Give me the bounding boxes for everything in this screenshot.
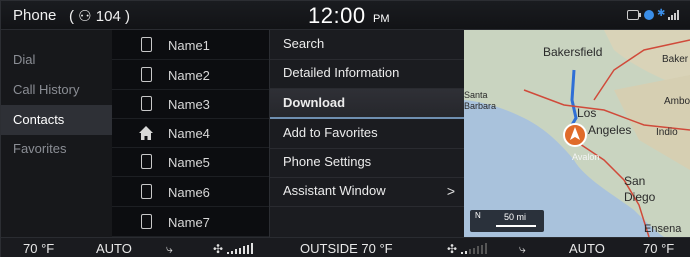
nav-label: Call History xyxy=(13,82,80,97)
menu-download[interactable]: Download xyxy=(270,89,465,119)
nav-label: Dial xyxy=(13,52,36,67)
menu-label: Search xyxy=(283,36,325,51)
map-label: Angeles xyxy=(588,123,632,137)
fan-icon[interactable]: ✣ xyxy=(447,242,457,256)
north-indicator: N xyxy=(475,211,481,220)
map-label: Bakersfield xyxy=(543,45,603,59)
menu-label: Add to Favorites xyxy=(283,125,378,140)
map-label: Santa xyxy=(464,90,488,100)
climate-bar: 70 °F AUTO ⤷ ✣ OUTSIDE 70 °F ✣ ⤷ AUTO 70… xyxy=(1,237,690,257)
menu-phone-settings[interactable]: Phone Settings xyxy=(270,148,465,178)
status-bar: Phone ( ⚇ 104 ) 12:00 PM ✱ xyxy=(1,1,690,30)
phone-icon xyxy=(141,214,152,229)
menu-label: Assistant Window xyxy=(283,183,386,198)
app-title: Phone xyxy=(13,7,57,24)
contact-row[interactable]: Name4 xyxy=(112,118,269,148)
contact-name: Name4 xyxy=(168,126,210,141)
fan-speed-right xyxy=(461,243,491,254)
menu-label: Download xyxy=(283,95,346,110)
menu-assistant-window[interactable]: Assistant Window > xyxy=(270,177,465,207)
location-icon xyxy=(644,10,654,20)
signal-icon xyxy=(668,10,682,20)
map-label: Los xyxy=(577,106,597,120)
nav-label: Favorites xyxy=(13,141,67,156)
nav-call-history[interactable]: Call History xyxy=(1,75,112,105)
chevron-right-icon: > xyxy=(446,183,455,199)
menu-search[interactable]: Search xyxy=(270,30,465,60)
map-label: Baker xyxy=(662,54,689,65)
menu-add-to-favorites[interactable]: Add to Favorites xyxy=(270,119,465,149)
map-label: Ensena xyxy=(644,223,682,235)
menu-label: Detailed Information xyxy=(283,65,400,80)
map-label: Diego xyxy=(624,190,656,204)
contact-row[interactable]: Name6 xyxy=(112,177,269,207)
left-temperature[interactable]: 70 °F xyxy=(23,241,54,256)
side-nav: Dial Call History Contacts Favorites xyxy=(1,30,112,237)
contact-name: Name5 xyxy=(168,155,210,170)
scale-label: 50 mi xyxy=(504,212,527,222)
clock-ampm: PM xyxy=(373,13,390,25)
contact-row[interactable]: Name1 xyxy=(112,30,269,60)
nav-contacts[interactable]: Contacts xyxy=(1,105,112,135)
map-label: San xyxy=(624,174,646,188)
phone-icon xyxy=(141,154,152,169)
contacts-list: Name1 Name2 Name3 Name4 Name5 Name6 Name… xyxy=(112,30,269,237)
nav-favorites[interactable]: Favorites xyxy=(1,134,112,164)
fan-speed-left xyxy=(227,243,257,254)
seat-airflow-icon[interactable]: ⤷ xyxy=(519,242,526,257)
contact-name: Name2 xyxy=(168,68,210,83)
battery-icon xyxy=(627,10,641,20)
infotainment-screen: Phone ( ⚇ 104 ) 12:00 PM ✱ Dial Call His… xyxy=(0,0,690,257)
right-climate-mode[interactable]: AUTO xyxy=(569,241,605,256)
map-label: Barbara xyxy=(464,101,497,111)
contact-name: Name3 xyxy=(168,97,210,112)
contact-row[interactable]: Name3 xyxy=(112,89,269,119)
clock: 12:00 xyxy=(308,3,366,28)
seat-airflow-icon[interactable]: ⤷ xyxy=(166,242,173,257)
menu-detailed-information[interactable]: Detailed Information xyxy=(270,59,465,89)
contact-name: Name1 xyxy=(168,38,210,53)
right-temperature[interactable]: 70 °F xyxy=(643,241,674,256)
contact-options-menu: Search Detailed Information Download Add… xyxy=(269,30,465,237)
phone-icon xyxy=(141,184,152,199)
contact-name: Name6 xyxy=(168,185,210,200)
contact-row[interactable]: Name5 xyxy=(112,147,269,177)
outside-temperature: OUTSIDE 70 °F xyxy=(300,241,393,256)
phone-icon xyxy=(141,96,152,111)
contact-row[interactable]: Name7 xyxy=(112,207,269,237)
left-climate-mode[interactable]: AUTO xyxy=(96,241,132,256)
nav-label: Contacts xyxy=(13,112,65,127)
nav-dial[interactable]: Dial xyxy=(1,45,112,75)
map-scale: N 50 mi xyxy=(470,210,544,232)
contact-count: ( ⚇ 104 ) xyxy=(69,8,130,25)
map-label: Indio xyxy=(656,127,678,138)
scale-bar xyxy=(496,225,536,227)
menu-label: Phone Settings xyxy=(283,154,372,169)
fan-icon[interactable]: ✣ xyxy=(213,242,223,256)
map-label: Ambo xyxy=(664,96,690,107)
navigation-map[interactable]: Bakersfield Baker Santa Barbara Ambo Los… xyxy=(464,30,690,237)
contact-name: Name7 xyxy=(168,215,210,230)
home-icon xyxy=(139,126,153,140)
contact-row[interactable]: Name2 xyxy=(112,60,269,90)
bluetooth-icon: ✱ xyxy=(657,8,666,19)
phone-icon xyxy=(141,67,152,82)
phone-icon xyxy=(141,37,152,52)
map-label: Avalon xyxy=(572,152,600,162)
